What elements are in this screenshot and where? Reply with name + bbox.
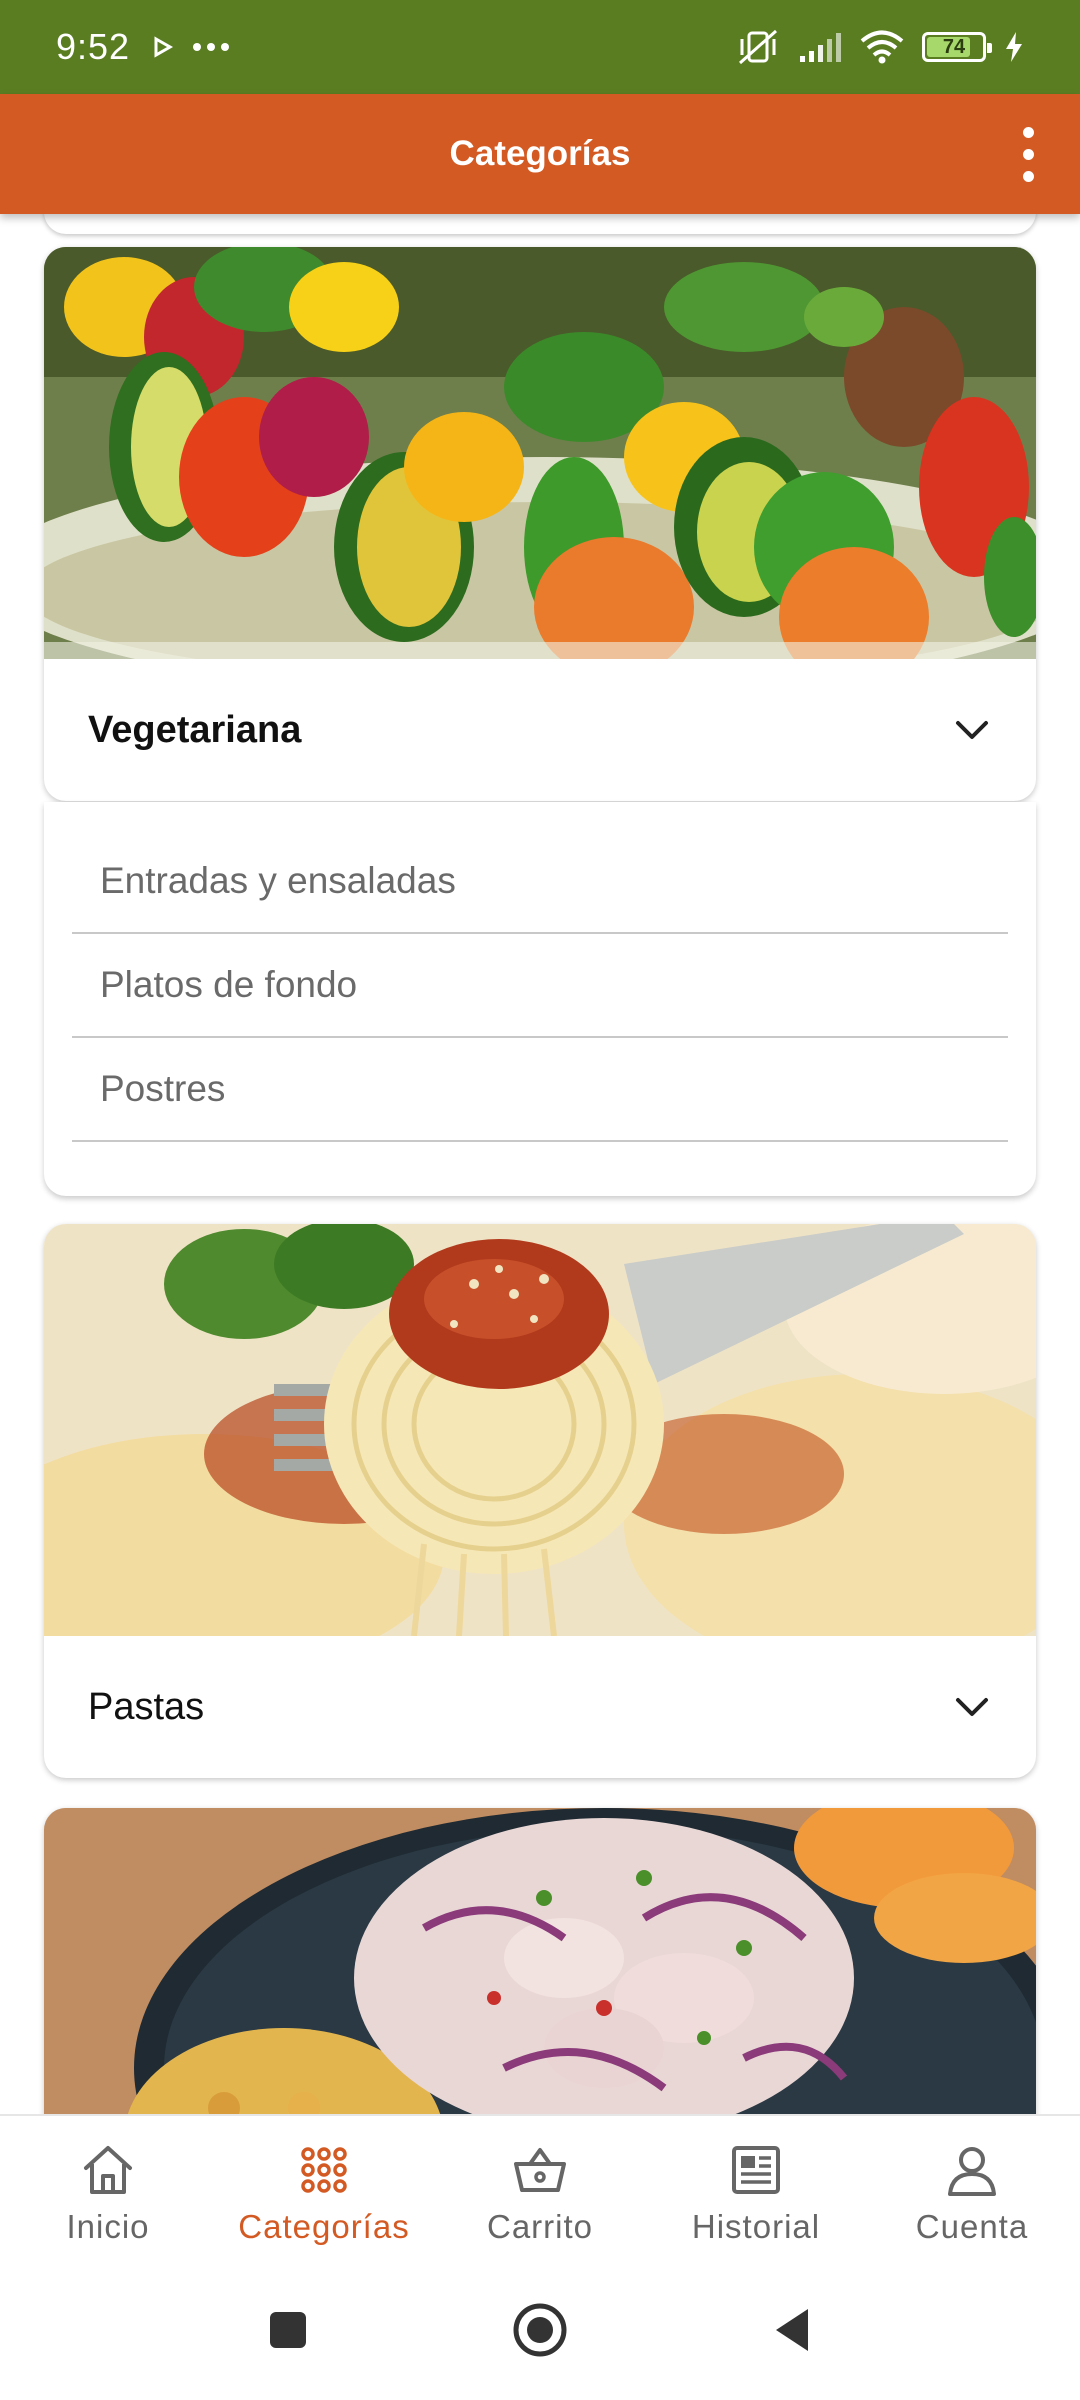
news-icon	[732, 2146, 780, 2194]
category-card-ceviche[interactable]	[44, 1808, 1036, 2114]
spaghetti-fork-image	[44, 1224, 1036, 1636]
home-circle-icon[interactable]	[510, 2300, 570, 2360]
chevron-down-icon[interactable]	[948, 706, 996, 754]
nav-item-historial[interactable]: Historial	[648, 2116, 864, 2260]
signal-icon	[800, 33, 841, 62]
nav-label: Historial	[691, 2208, 821, 2245]
category-card-pastas[interactable]: Pastas	[44, 1224, 1036, 1778]
home-icon	[84, 2146, 132, 2194]
more-dots-icon	[193, 43, 230, 51]
category-header-vegetariana[interactable]: Vegetariana	[44, 659, 1036, 801]
recents-square-icon[interactable]	[266, 2308, 310, 2352]
battery-icon: 74	[922, 32, 992, 62]
vegetable-skewers-image	[44, 247, 1036, 659]
status-right-icons: 74	[736, 27, 1024, 67]
status-time: 9:52	[56, 26, 131, 67]
screen: 9:52 74 Categorías Vegetariana Entradas …	[0, 0, 1080, 2400]
subcategory-item[interactable]: Platos de fondo	[72, 934, 1008, 1038]
wifi-icon	[860, 30, 904, 64]
subcategory-item[interactable]: Postres	[72, 1038, 1008, 1142]
more-options-button[interactable]	[996, 122, 1060, 186]
subcategory-item[interactable]: Entradas y ensaladas	[72, 830, 1008, 934]
ceviche-plate-image	[44, 1808, 1036, 2114]
category-card-vegetariana[interactable]: Vegetariana	[44, 247, 1036, 801]
nav-item-categorias[interactable]: Categorías	[216, 2116, 432, 2260]
nav-item-cuenta[interactable]: Cuenta	[864, 2116, 1080, 2260]
category-title: Vegetariana	[88, 708, 302, 751]
category-list[interactable]: Vegetariana Entradas y ensaladas Platos …	[0, 214, 1080, 2114]
bottom-navigation: Inicio Categorías Carrito Historial Cuen…	[0, 2114, 1080, 2260]
nav-label: Carrito	[486, 2208, 594, 2245]
charging-icon	[1006, 32, 1022, 62]
category-header-pastas[interactable]: Pastas	[44, 1636, 1036, 1778]
basket-icon	[514, 2148, 566, 2192]
nav-label: Cuenta	[915, 2208, 1029, 2245]
page-title: Categorías	[449, 134, 631, 173]
nav-label: Inicio	[66, 2208, 150, 2245]
status-bar: 9:52 74	[0, 0, 1080, 94]
more-vert-icon	[1022, 126, 1034, 138]
grid-dots-icon	[301, 2147, 347, 2193]
previous-card-edge	[44, 214, 1036, 234]
battery-level: 74	[942, 35, 966, 58]
category-title: Pastas	[88, 1685, 205, 1728]
play-icon	[154, 36, 174, 58]
system-navigation	[0, 2260, 1080, 2400]
subcategory-list: Entradas y ensaladas Platos de fondo Pos…	[44, 802, 1036, 1196]
nav-label: Categorías	[238, 2208, 410, 2245]
back-triangle-icon[interactable]	[770, 2305, 814, 2355]
chevron-down-icon[interactable]	[948, 1683, 996, 1731]
vibrate-off-icon	[739, 29, 777, 65]
nav-item-carrito[interactable]: Carrito	[432, 2116, 648, 2260]
app-bar: Categorías	[0, 94, 1080, 214]
nav-item-inicio[interactable]: Inicio	[0, 2116, 216, 2260]
person-icon	[948, 2147, 996, 2196]
status-left-icons	[152, 35, 230, 59]
